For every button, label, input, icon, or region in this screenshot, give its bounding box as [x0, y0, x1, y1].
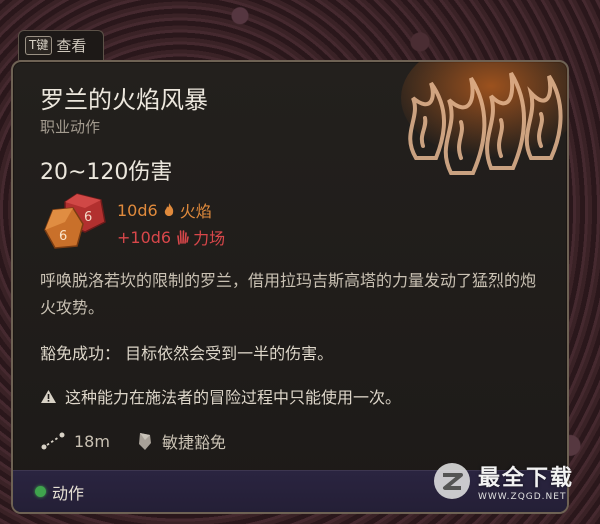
action-type-label: 动作 — [52, 483, 85, 503]
damage-roll-fire: 10d6 火焰 — [117, 198, 212, 222]
examine-hint-tab[interactable]: T键 查看 — [18, 30, 104, 60]
examine-label: 查看 — [56, 37, 87, 55]
watermark-title: 最全下载 — [478, 466, 575, 491]
range-value: 18m — [74, 431, 110, 451]
force-hand-icon — [177, 230, 189, 245]
spell-tooltip: 罗兰的火焰风暴 职业动作 20~120伤害 6 6 10d6 火焰 +10d6 … — [11, 60, 569, 514]
spell-description: 呼唤脱洛若坎的限制的罗兰，借用拉玛吉斯高塔的力量发动了猛烈的炮火攻势。 — [40, 271, 537, 317]
dexterity-save-icon — [138, 433, 151, 450]
damage-roll-force: +10d6 力场 — [117, 225, 225, 249]
save-type: 敏捷豁免 — [161, 433, 226, 452]
watermark-text: 最全下载 WWW.ZQGD.NET — [478, 460, 574, 502]
range-stat: 18m — [40, 432, 110, 451]
save-type-stat: 敏捷豁免 — [136, 429, 226, 453]
spell-category: 职业动作 — [40, 118, 101, 136]
site-watermark: 最全下载 WWW.ZQGD.NET — [432, 458, 592, 504]
dice-icon: 6 6 — [44, 193, 106, 249]
usage-warning: 这种能力在施法者的冒险过程中只能使用一次。 — [40, 384, 401, 408]
watermark-url: WWW.ZQGD.NET — [478, 492, 567, 502]
spell-stats: 18m 敏捷豁免 — [40, 429, 252, 453]
action-dot-icon — [35, 486, 46, 497]
warning-icon — [41, 389, 56, 403]
save-outcome: 豁免成功： 目标依然会受到一半的伤害。 — [40, 344, 334, 363]
svg-text:6: 6 — [84, 210, 92, 225]
svg-text:6: 6 — [59, 229, 67, 244]
fire-icon — [164, 203, 173, 216]
hotkey-badge: T键 — [25, 36, 53, 55]
damage-range: 20~120伤害 — [40, 160, 173, 185]
flame-emblem-icon — [401, 62, 567, 175]
warning-text: 这种能力在施法者的冒险过程中只能使用一次。 — [65, 388, 402, 407]
dice-notation: +10d6 — [117, 227, 172, 247]
watermark-logo-icon — [434, 463, 470, 499]
dice-notation: 10d6 — [117, 200, 158, 220]
damage-type: 力场 — [193, 229, 226, 248]
damage-type: 火焰 — [179, 202, 212, 221]
spell-title: 罗兰的火焰风暴 — [40, 86, 208, 114]
range-icon — [41, 432, 65, 450]
